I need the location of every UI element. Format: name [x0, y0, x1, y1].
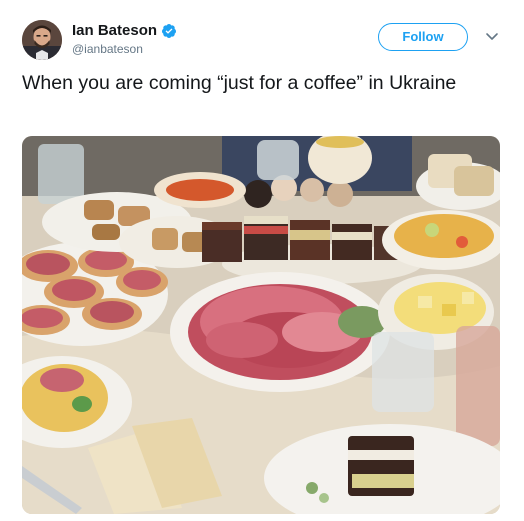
avatar-photo-icon — [22, 20, 62, 60]
follow-button[interactable]: Follow — [378, 23, 468, 51]
food-table-photo-icon — [22, 136, 500, 514]
display-name-row: Ian Bateson — [72, 22, 177, 40]
display-name[interactable]: Ian Bateson — [72, 22, 157, 40]
chevron-down-icon — [486, 33, 498, 40]
tweet-menu-button[interactable] — [483, 27, 501, 45]
tweet-photo[interactable] — [22, 136, 500, 514]
tweet-header: Ian Bateson @ianbateson Follow — [22, 18, 502, 62]
tweet-card: Ian Bateson @ianbateson Follow When you … — [0, 0, 524, 521]
verified-badge-icon — [162, 24, 177, 38]
tweet-text: When you are coming “just for a coffee” … — [22, 72, 457, 94]
avatar[interactable] — [22, 20, 62, 60]
user-handle[interactable]: @ianbateson — [72, 41, 177, 57]
user-info: Ian Bateson @ianbateson — [72, 22, 177, 57]
